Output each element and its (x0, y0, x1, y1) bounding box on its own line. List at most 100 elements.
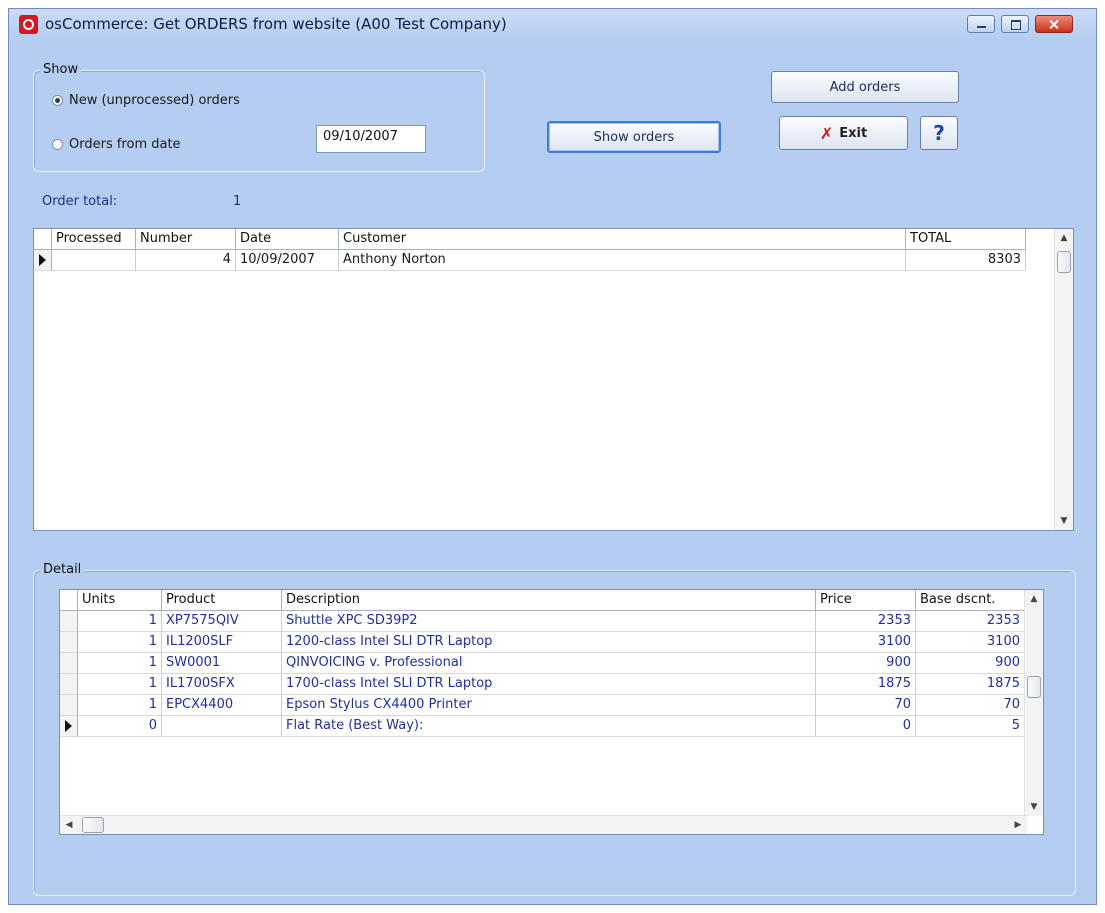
detail-grid[interactable]: Units Product Description Price Base dsc… (59, 589, 1044, 835)
radio-new-orders-label: New (unprocessed) orders (69, 93, 240, 108)
scroll-up-icon[interactable]: ▲ (1025, 590, 1043, 608)
header-indicator (34, 229, 52, 250)
column-header-total[interactable]: TOTAL (906, 229, 1026, 250)
row-indicator (60, 632, 78, 653)
cell-base-discount[interactable]: 70 (916, 695, 1025, 716)
cell-price[interactable]: 900 (816, 653, 916, 674)
add-orders-label: Add orders (829, 79, 901, 95)
cell-base-discount[interactable]: 5 (916, 716, 1025, 737)
detail-grid-header: Units Product Description Price Base dsc… (60, 590, 1025, 611)
table-row[interactable]: 1 EPCX4400 Epson Stylus CX4400 Printer 70 70 (60, 695, 1025, 716)
cell-price[interactable]: 70 (816, 695, 916, 716)
exit-icon: ✗ (819, 123, 834, 143)
radio-button-unselected[interactable] (52, 139, 63, 150)
column-header-customer[interactable]: Customer (339, 229, 906, 250)
scroll-down-icon[interactable]: ▼ (1055, 512, 1073, 530)
help-icon: ? (933, 121, 945, 145)
row-indicator (60, 653, 78, 674)
scroll-left-icon[interactable]: ◀ (60, 816, 78, 834)
cell-product[interactable]: EPCX4400 (162, 695, 282, 716)
orders-grid-header: Processed Number Date Customer TOTAL (34, 229, 1026, 250)
cell-units[interactable]: 1 (78, 632, 162, 653)
window-title: osCommerce: Get ORDERS from website (A00… (45, 15, 507, 33)
cell-units[interactable]: 0 (78, 716, 162, 737)
cell-description[interactable]: 1700-class Intel SLI DTR Laptop (282, 674, 816, 695)
table-row[interactable]: 0 Flat Rate (Best Way): 0 5 (60, 716, 1025, 737)
add-orders-button[interactable]: Add orders (771, 71, 959, 103)
current-row-indicator-icon (34, 250, 52, 271)
exit-label: Exit (839, 125, 868, 141)
cell-product[interactable]: SW0001 (162, 653, 282, 674)
detail-horizontal-scrollbar[interactable]: ◀ ▶ (60, 815, 1027, 834)
cell-price[interactable]: 0 (816, 716, 916, 737)
horizontal-scroll-thumb[interactable] (82, 817, 104, 833)
table-row[interactable]: 1 IL1200SLF 1200-class Intel SLI DTR Lapto… (60, 632, 1025, 653)
column-header-date[interactable]: Date (236, 229, 339, 250)
cell-base-discount[interactable]: 3100 (916, 632, 1025, 653)
cell-date[interactable]: 10/09/2007 (236, 250, 339, 271)
cell-customer[interactable]: Anthony Norton (339, 250, 906, 271)
cell-description[interactable]: Shuttle XPC SD39P2 (282, 611, 816, 632)
cell-product[interactable] (162, 716, 282, 737)
cell-units[interactable]: 1 (78, 674, 162, 695)
scroll-right-icon[interactable]: ▶ (1009, 816, 1027, 834)
cell-number[interactable]: 4 (136, 250, 236, 271)
show-group-legend: Show (40, 62, 82, 77)
table-row[interactable]: 4 10/09/2007 Anthony Norton 8303 (34, 250, 1026, 271)
orders-vertical-scrollbar[interactable]: ▲ ▼ (1054, 229, 1073, 530)
order-total-label: Order total: (42, 194, 118, 209)
cell-description[interactable]: QINVOICING v. Professional (282, 653, 816, 674)
date-field[interactable]: 09/10/2007 (316, 125, 426, 153)
scroll-down-icon[interactable]: ▼ (1025, 798, 1043, 816)
cell-base-discount[interactable]: 900 (916, 653, 1025, 674)
scroll-up-icon[interactable]: ▲ (1055, 229, 1073, 247)
cell-base-discount[interactable]: 1875 (916, 674, 1025, 695)
radio-orders-from-date[interactable]: Orders from date (52, 137, 181, 152)
radio-new-orders[interactable]: New (unprocessed) orders (52, 93, 240, 108)
show-group: Show New (unprocessed) orders Orders fro… (33, 62, 485, 172)
header-indicator (60, 590, 78, 611)
maximize-icon[interactable] (1001, 15, 1029, 33)
cell-processed[interactable] (52, 250, 136, 271)
detail-group-legend: Detail (40, 562, 85, 577)
column-header-base-discount[interactable]: Base dscnt. (916, 590, 1025, 611)
cell-product[interactable]: IL1200SLF (162, 632, 282, 653)
cell-price[interactable]: 2353 (816, 611, 916, 632)
table-row[interactable]: 1 IL1700SFX 1700-class Intel SLI DTR Lapto… (60, 674, 1025, 695)
cell-price[interactable]: 1875 (816, 674, 916, 695)
title-bar[interactable]: osCommerce: Get ORDERS from website (A00… (9, 9, 1096, 39)
column-header-product[interactable]: Product (162, 590, 282, 611)
table-row[interactable]: 1 XP7575QIV Shuttle XPC SD39P2 2353 2353 (60, 611, 1025, 632)
cell-base-discount[interactable]: 2353 (916, 611, 1025, 632)
scroll-thumb[interactable] (1057, 251, 1071, 273)
close-icon[interactable] (1035, 15, 1073, 33)
scroll-thumb[interactable] (1027, 676, 1041, 698)
column-header-units[interactable]: Units (78, 590, 162, 611)
cell-price[interactable]: 3100 (816, 632, 916, 653)
exit-button[interactable]: ✗ Exit (779, 116, 908, 150)
minimize-icon[interactable] (967, 15, 995, 33)
table-row[interactable]: 1 SW0001 QINVOICING v. Professional 900 900 (60, 653, 1025, 674)
radio-button-selected[interactable] (52, 95, 63, 106)
cell-description[interactable]: Flat Rate (Best Way): (282, 716, 816, 737)
cell-product[interactable]: IL1700SFX (162, 674, 282, 695)
help-button[interactable]: ? (920, 116, 958, 150)
cell-units[interactable]: 1 (78, 695, 162, 716)
column-header-number[interactable]: Number (136, 229, 236, 250)
orders-grid[interactable]: Processed Number Date Customer TOTAL 4 1… (33, 228, 1074, 531)
cell-units[interactable]: 1 (78, 653, 162, 674)
column-header-processed[interactable]: Processed (52, 229, 136, 250)
row-indicator (60, 674, 78, 695)
cell-units[interactable]: 1 (78, 611, 162, 632)
order-total-value: 1 (233, 194, 242, 209)
cell-description[interactable]: Epson Stylus CX4400 Printer (282, 695, 816, 716)
detail-vertical-scrollbar[interactable]: ▲ ▼ (1024, 590, 1043, 816)
cell-product[interactable]: XP7575QIV (162, 611, 282, 632)
cell-description[interactable]: 1200-class Intel SLI DTR Laptop (282, 632, 816, 653)
cell-total[interactable]: 8303 (906, 250, 1026, 271)
column-header-price[interactable]: Price (816, 590, 916, 611)
app-icon (19, 15, 38, 34)
show-orders-button[interactable]: Show orders (547, 121, 721, 153)
radio-orders-from-date-label: Orders from date (69, 137, 181, 152)
column-header-description[interactable]: Description (282, 590, 816, 611)
